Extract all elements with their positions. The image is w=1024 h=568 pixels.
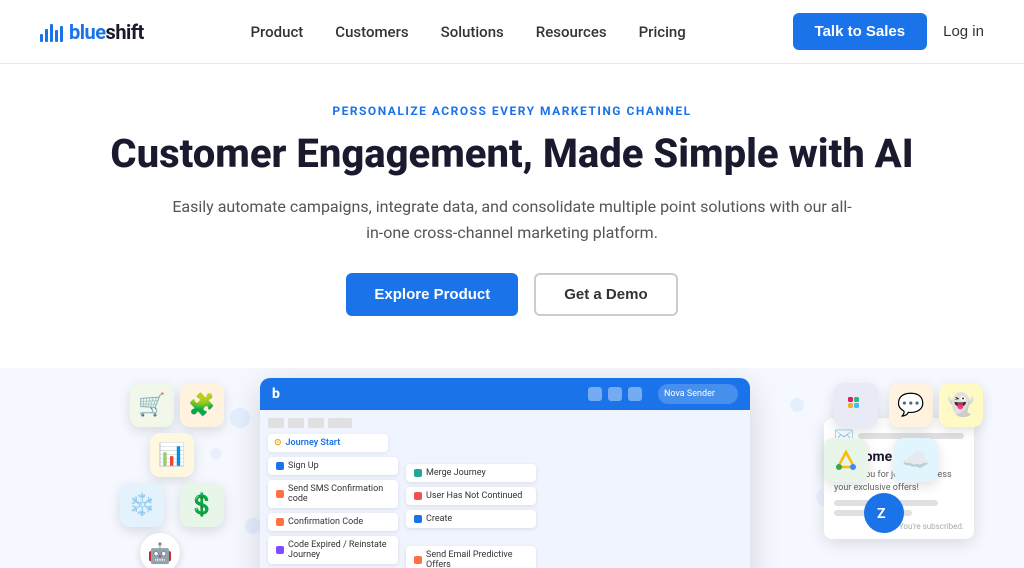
node-confirm-label: Confirmation Code	[288, 517, 363, 527]
node-create: Create	[406, 510, 536, 528]
nav-links: Product Customers Solutions Resources Pr…	[250, 23, 685, 41]
dollar-icon: 💲	[180, 483, 224, 527]
slack-icon	[834, 383, 878, 427]
dash-body: ⊙ Journey Start Sign Up Send SMS Confirm…	[260, 410, 750, 568]
flow-col-2: Merge Journey User Has Not Continued Cre…	[406, 464, 536, 568]
nav-solutions[interactable]: Solutions	[441, 23, 504, 41]
snapchat-icon: 👻	[939, 383, 983, 427]
node-signup-label: Sign Up	[288, 461, 319, 471]
flow-columns: ⊙ Journey Start Sign Up Send SMS Confirm…	[268, 434, 742, 568]
messenger-icon: 💬	[889, 383, 933, 427]
dash-toolbar	[268, 418, 742, 428]
dash-user-label: Nova Sender	[664, 389, 715, 399]
get-demo-button[interactable]: Get a Demo	[534, 273, 677, 316]
login-button[interactable]: Log in	[943, 23, 984, 40]
node-send-email-label: Send Email Predictive Offers	[426, 550, 528, 568]
hero-title: Customer Engagement, Made Simple with AI	[40, 130, 984, 178]
node-merge: Merge Journey	[406, 464, 536, 482]
logo-icon	[40, 22, 63, 42]
svg-text:Z: Z	[877, 506, 886, 522]
zendesk-icon: Z	[864, 493, 904, 533]
dashboard-preview: 🛒 🧩 📊 ❄️ 💲 🤖 b Nova Sender	[0, 368, 1024, 568]
float-icons-left: 🛒 🧩 📊 ❄️ 💲 🤖	[80, 378, 260, 568]
node-send-email: Send Email Predictive Offers	[406, 546, 536, 568]
node-code-expired-label: Code Expired / Reinstate Journey	[288, 540, 390, 560]
logo[interactable]: blueshift	[40, 20, 144, 44]
toolbar-btn-1	[268, 418, 284, 428]
talk-to-sales-button[interactable]: Talk to Sales	[793, 13, 928, 50]
chart-icon: 📊	[150, 433, 194, 477]
node-signup: Sign Up	[268, 457, 398, 475]
avatar-icon: 🤖	[140, 533, 180, 568]
toolbar-btn-4	[328, 418, 352, 428]
logo-text: blueshift	[69, 20, 144, 44]
node-dot	[276, 546, 284, 554]
float-icons-right: 💬 ☁️ 👻 Z	[824, 378, 984, 568]
spacer	[406, 533, 536, 541]
nav-pricing[interactable]: Pricing	[639, 23, 686, 41]
google-ads-icon	[824, 438, 868, 482]
node-send-sms-label: Send SMS Confirmation code	[288, 484, 390, 504]
shopify-icon: 🛒	[130, 383, 174, 427]
node-not-continued-label: User Has Not Continued	[426, 491, 522, 501]
deco-circle-4	[790, 398, 804, 412]
node-code-expired: Code Expired / Reinstate Journey	[268, 536, 398, 564]
dash-logo: b	[272, 386, 280, 402]
dash-ctrl-3	[628, 387, 642, 401]
nav-actions: Talk to Sales Log in	[793, 13, 984, 50]
hero-subtitle: Easily automate campaigns, integrate dat…	[172, 194, 852, 245]
journey-start-icon: ⊙	[274, 438, 282, 448]
hero-tag: PERSONALIZE ACROSS EVERY MARKETING CHANN…	[40, 104, 984, 118]
node-dot	[414, 515, 422, 523]
nav-customers[interactable]: Customers	[335, 23, 408, 41]
nav-product[interactable]: Product	[250, 23, 303, 41]
toolbar-btn-3	[308, 418, 324, 428]
node-journey-start-label: Journey Start	[286, 438, 341, 448]
explore-product-button[interactable]: Explore Product	[346, 273, 518, 316]
node-dot	[414, 469, 422, 477]
node-not-continued: User Has Not Continued	[406, 487, 536, 505]
node-merge-label: Merge Journey	[426, 468, 486, 478]
puzzle-icon: 🧩	[180, 383, 224, 427]
node-dot	[276, 462, 284, 470]
snowflake-icon: ❄️	[120, 483, 164, 527]
dash-ctrl-1	[588, 387, 602, 401]
dash-ctrl-2	[608, 387, 622, 401]
hero-buttons: Explore Product Get a Demo	[40, 273, 984, 316]
node-dot	[276, 490, 284, 498]
node-journey-start: ⊙ Journey Start	[268, 434, 388, 452]
dash-user: Nova Sender	[658, 384, 738, 404]
navbar: blueshift Product Customers Solutions Re…	[0, 0, 1024, 64]
node-dot	[414, 556, 422, 564]
node-send-sms: Send SMS Confirmation code	[268, 480, 398, 508]
hero-section: PERSONALIZE ACROSS EVERY MARKETING CHANN…	[0, 64, 1024, 368]
salesforce-icon: ☁️	[894, 438, 938, 482]
dashboard-window: b Nova Sender ⊙	[260, 378, 750, 568]
dash-header: b Nova Sender	[260, 378, 750, 410]
flow-col-1: ⊙ Journey Start Sign Up Send SMS Confirm…	[268, 434, 398, 568]
nav-resources[interactable]: Resources	[536, 23, 607, 41]
node-dot	[276, 518, 284, 526]
node-dot	[414, 492, 422, 500]
toolbar-btn-2	[288, 418, 304, 428]
